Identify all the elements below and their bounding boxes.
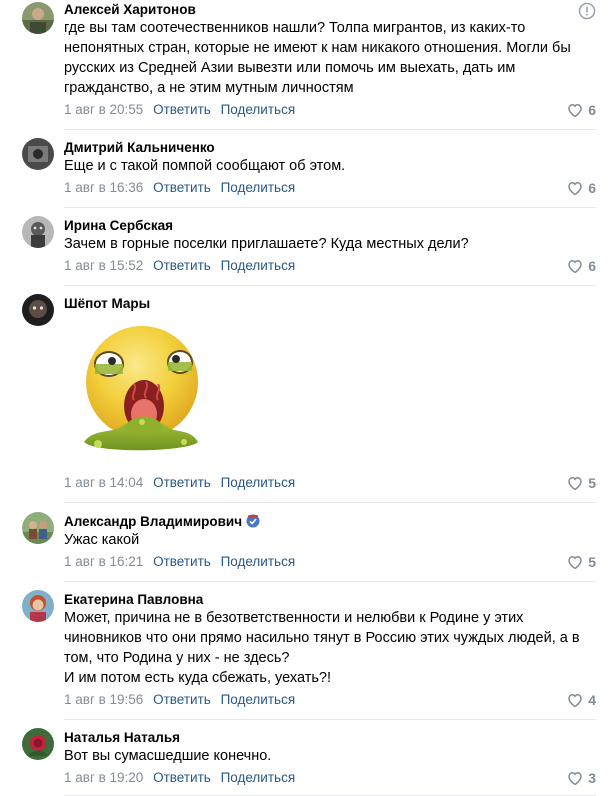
avatar[interactable] xyxy=(22,294,54,326)
comment-text-line: где вы там соотечественников нашли? Толп… xyxy=(64,20,526,36)
like-button[interactable]: 5 xyxy=(566,474,596,492)
comment-date[interactable]: 1 авг в 19:56 xyxy=(64,692,143,707)
comment-author[interactable]: Екатерина Павловна xyxy=(64,592,203,608)
reply-button[interactable]: Ответить xyxy=(153,475,211,490)
comment-text-line: русских из Средней Азии вывезти или помо… xyxy=(64,60,516,76)
divider xyxy=(64,207,596,208)
comment-text: Вот вы сумасшедшие конечно. xyxy=(64,746,594,766)
comment-date[interactable]: 1 авг в 16:21 xyxy=(64,554,143,569)
like-button[interactable]: 3 xyxy=(566,769,596,787)
reply-button[interactable]: Ответить xyxy=(153,180,211,195)
like-count: 4 xyxy=(588,692,596,708)
like-count: 5 xyxy=(588,475,596,491)
comment-text-line: И им потом есть куда сбежать, уехать?! xyxy=(64,670,331,686)
share-button[interactable]: Поделиться xyxy=(221,554,296,569)
heart-outline-icon xyxy=(568,771,582,786)
like-button[interactable]: 4 xyxy=(566,691,596,709)
vomit-emoji-sticker[interactable] xyxy=(76,318,206,456)
comment-text-line: гражданство, а не этим мутным личностям xyxy=(64,80,354,96)
divider xyxy=(64,129,596,130)
comment-text: Еще и с такой помпой сообщают об этом. xyxy=(64,156,594,176)
comment-date[interactable]: 1 авг в 16:36 xyxy=(64,180,143,195)
comment-date[interactable]: 1 авг в 19:20 xyxy=(64,770,143,785)
like-button[interactable]: 6 xyxy=(566,101,596,119)
comment-meta: 1 авг в 16:36 Ответить Поделиться xyxy=(64,179,295,197)
heart-outline-icon xyxy=(568,181,582,196)
reply-button[interactable]: Ответить xyxy=(153,692,211,707)
comment-text: Ужас какой xyxy=(64,530,594,550)
comment-text-line: том, что Родина у них - не здесь? xyxy=(64,650,290,666)
reply-button[interactable]: Ответить xyxy=(153,770,211,785)
share-button[interactable]: Поделиться xyxy=(221,475,296,490)
share-button[interactable]: Поделиться xyxy=(221,102,296,117)
comment-text: Зачем в горные поселки приглашаете? Куда… xyxy=(64,234,594,254)
share-button[interactable]: Поделиться xyxy=(221,692,296,707)
shield-badge-icon xyxy=(246,514,260,528)
comment-meta: 1 авг в 19:56 Ответить Поделиться xyxy=(64,691,295,709)
like-count: 5 xyxy=(588,554,596,570)
like-button[interactable]: 6 xyxy=(566,179,596,197)
comment-text-line: Еще и с такой помпой сообщают об этом. xyxy=(64,158,346,174)
comment-text-line: Может, причина не в безответственности и… xyxy=(64,610,524,626)
comment-text: где вы там соотечественников нашли? Толп… xyxy=(64,18,594,98)
avatar[interactable] xyxy=(22,590,54,622)
share-button[interactable]: Поделиться xyxy=(221,258,296,273)
share-button[interactable]: Поделиться xyxy=(221,180,296,195)
comment-date[interactable]: 1 авг в 14:04 xyxy=(64,475,143,490)
divider xyxy=(64,285,596,286)
avatar[interactable] xyxy=(22,512,54,544)
comment-date[interactable]: 1 авг в 15:52 xyxy=(64,258,143,273)
divider xyxy=(64,719,596,720)
reply-button[interactable]: Ответить xyxy=(153,554,211,569)
comment-text-line: Ужас какой xyxy=(64,532,140,548)
heart-outline-icon xyxy=(568,693,582,708)
reply-button[interactable]: Ответить xyxy=(153,102,211,117)
comment-author[interactable]: Шёпот Мары xyxy=(64,296,150,312)
comment-author[interactable]: Алексей Харитонов xyxy=(64,2,196,18)
comment-text-line: Зачем в горные поселки приглашаете? Куда… xyxy=(64,236,469,252)
heart-outline-icon xyxy=(568,555,582,570)
like-count: 6 xyxy=(588,102,596,118)
avatar[interactable] xyxy=(22,138,54,170)
share-button[interactable]: Поделиться xyxy=(221,770,296,785)
comment-author[interactable]: Александр Владимирович xyxy=(64,514,260,530)
comment-author[interactable]: Ирина Сербская xyxy=(64,218,173,234)
divider xyxy=(64,581,596,582)
comment-meta: 1 авг в 19:20 Ответить Поделиться xyxy=(64,769,295,787)
comment-text-line: Вот вы сумасшедшие конечно. xyxy=(64,748,272,764)
like-button[interactable]: 5 xyxy=(566,553,596,571)
like-count: 6 xyxy=(588,180,596,196)
comment-meta: 1 авг в 20:55 Ответить Поделиться xyxy=(64,101,295,119)
comment-meta: 1 авг в 14:04 Ответить Поделиться xyxy=(64,474,295,492)
like-count: 3 xyxy=(588,770,596,786)
comment-text-line: чиновников что они прямо насильно тянут … xyxy=(64,630,580,646)
comment-text: Может, причина не в безответственности и… xyxy=(64,608,594,688)
comment-author[interactable]: Наталья Наталья xyxy=(64,730,180,746)
comment-meta: 1 авг в 15:52 Ответить Поделиться xyxy=(64,257,295,275)
comment-author[interactable]: Дмитрий Кальниченко xyxy=(64,140,215,156)
like-button[interactable]: 6 xyxy=(566,257,596,275)
comment-author-name: Александр Владимирович xyxy=(64,514,243,529)
divider xyxy=(64,502,596,503)
comment-meta: 1 авг в 16:21 Ответить Поделиться xyxy=(64,553,295,571)
heart-outline-icon xyxy=(568,259,582,274)
comment-text-line: непонятных стран, которые не имеют к нам… xyxy=(64,40,571,56)
avatar[interactable] xyxy=(22,728,54,760)
heart-outline-icon xyxy=(568,476,582,491)
avatar[interactable] xyxy=(22,216,54,248)
heart-outline-icon xyxy=(568,103,582,118)
avatar[interactable] xyxy=(22,2,54,34)
comment-date[interactable]: 1 авг в 20:55 xyxy=(64,102,143,117)
reply-button[interactable]: Ответить xyxy=(153,258,211,273)
like-count: 6 xyxy=(588,258,596,274)
